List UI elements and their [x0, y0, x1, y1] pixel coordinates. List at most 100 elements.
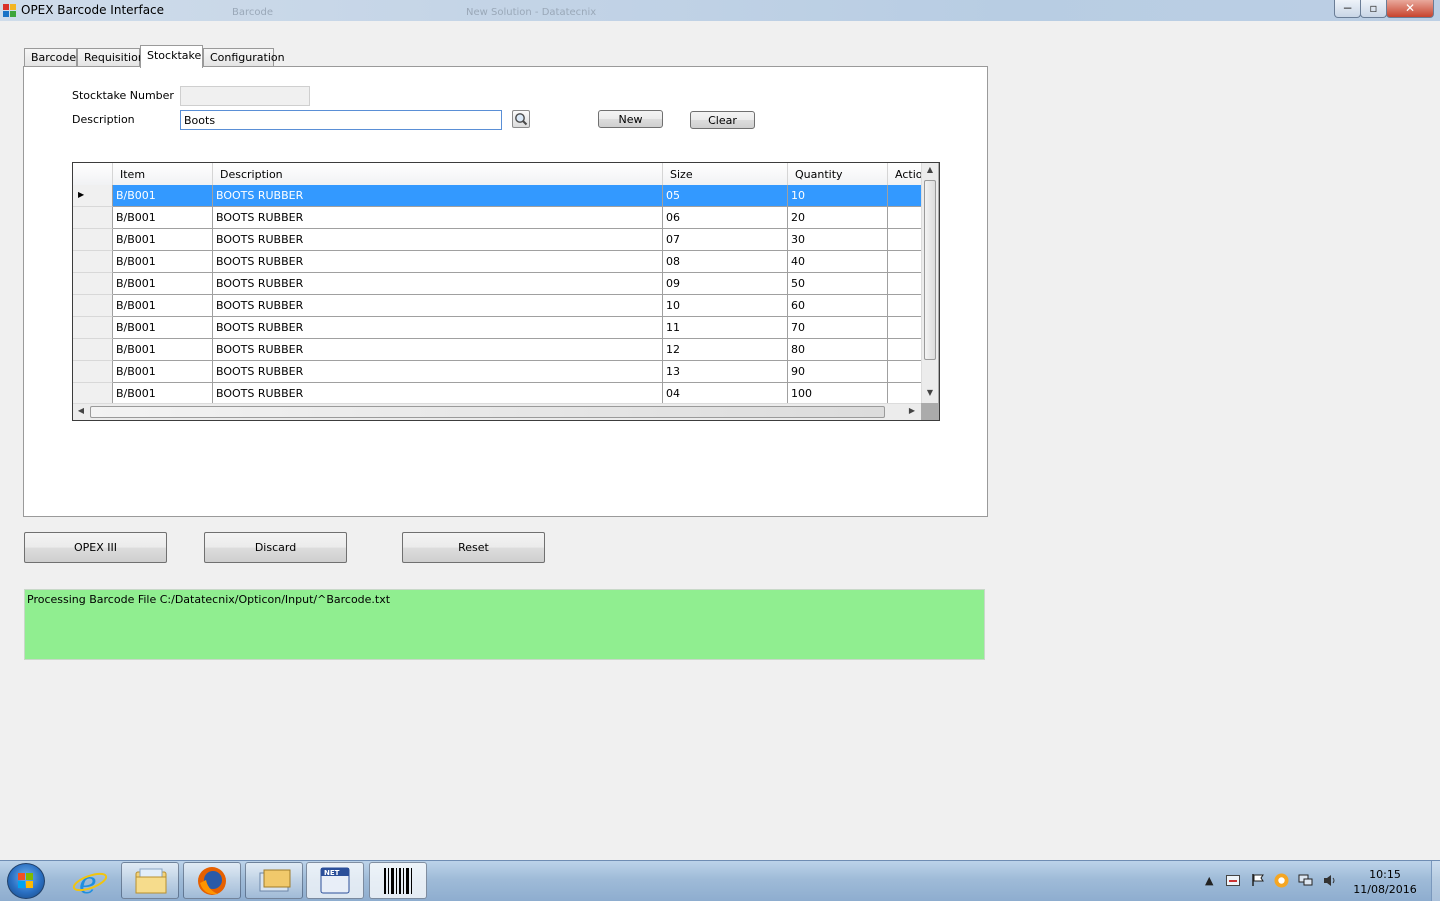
quantity-cell[interactable]: 40 [788, 251, 888, 273]
item-cell[interactable]: B/B001 [113, 207, 213, 229]
description-field[interactable] [180, 110, 502, 130]
start-button[interactable] [7, 863, 45, 899]
item-cell[interactable]: B/B001 [113, 361, 213, 383]
table-row[interactable]: B/B001 BOOTS RUBBER 12 80 [73, 339, 921, 361]
quantity-cell[interactable]: 50 [788, 273, 888, 295]
horizontal-scrollbar[interactable]: ◀ ▶ [73, 403, 921, 420]
table-row[interactable]: B/B001 BOOTS RUBBER 10 60 [73, 295, 921, 317]
action-cell[interactable] [888, 251, 921, 273]
action-cell[interactable] [888, 339, 921, 361]
table-row[interactable]: B/B001 BOOTS RUBBER 09 50 [73, 273, 921, 295]
volume-icon[interactable] [1323, 873, 1338, 891]
action-cell[interactable] [888, 273, 921, 295]
row-header[interactable] [73, 317, 113, 339]
item-cell[interactable]: B/B001 [113, 339, 213, 361]
taskbar-internet-explorer[interactable]: e [61, 862, 119, 901]
quantity-cell[interactable]: 60 [788, 295, 888, 317]
action-cell[interactable] [888, 295, 921, 317]
tab-requisition[interactable]: Requisition [77, 48, 145, 66]
keyboard-icon[interactable] [1226, 875, 1240, 889]
item-cell[interactable]: B/B001 [113, 185, 213, 207]
column-header-quantity[interactable]: Quantity [788, 163, 888, 185]
row-header[interactable] [73, 273, 113, 295]
clear-button[interactable]: Clear [690, 111, 755, 129]
item-cell[interactable]: B/B001 [113, 295, 213, 317]
size-cell[interactable]: 12 [663, 339, 788, 361]
taskbar-window-switcher[interactable] [245, 862, 303, 899]
quantity-cell[interactable]: 80 [788, 339, 888, 361]
table-row[interactable]: B/B001 BOOTS RUBBER 11 70 [73, 317, 921, 339]
row-header[interactable] [73, 207, 113, 229]
action-cell[interactable] [888, 207, 921, 229]
size-cell[interactable]: 05 [663, 185, 788, 207]
size-cell[interactable]: 11 [663, 317, 788, 339]
scroll-thumb[interactable] [90, 406, 885, 418]
item-cell[interactable]: B/B001 [113, 383, 213, 405]
description-cell[interactable]: BOOTS RUBBER [213, 317, 663, 339]
maximize-button[interactable]: ▫ [1360, 0, 1387, 18]
scroll-down-icon[interactable]: ▼ [922, 388, 938, 397]
reset-button[interactable]: Reset [402, 532, 545, 563]
taskbar-barcode-app[interactable] [369, 862, 427, 899]
opex-button[interactable]: OPEX III [24, 532, 167, 563]
minimize-button[interactable]: − [1334, 0, 1361, 18]
tab-stocktake[interactable]: Stocktake [140, 45, 203, 68]
description-cell[interactable]: BOOTS RUBBER [213, 251, 663, 273]
description-cell[interactable]: BOOTS RUBBER [213, 361, 663, 383]
scroll-up-icon[interactable]: ▲ [922, 165, 938, 174]
action-center-flag-icon[interactable] [1251, 873, 1265, 890]
vertical-scrollbar[interactable]: ▲ ▼ [921, 163, 938, 403]
row-header[interactable] [73, 251, 113, 273]
column-header-size[interactable]: Size [663, 163, 788, 185]
network-icon[interactable] [1298, 873, 1313, 891]
quantity-cell[interactable]: 10 [788, 185, 888, 207]
table-row[interactable]: B/B001 BOOTS RUBBER 04 100 [73, 383, 921, 405]
size-cell[interactable]: 08 [663, 251, 788, 273]
description-cell[interactable]: BOOTS RUBBER [213, 383, 663, 405]
tab-configuration[interactable]: Configuration [203, 48, 285, 66]
size-cell[interactable]: 09 [663, 273, 788, 295]
discard-button[interactable]: Discard [204, 532, 347, 563]
description-cell[interactable]: BOOTS RUBBER [213, 295, 663, 317]
action-cell[interactable] [888, 361, 921, 383]
table-row[interactable]: B/B001 BOOTS RUBBER 08 40 [73, 251, 921, 273]
tab-barcode[interactable]: Barcode [24, 48, 77, 66]
row-header[interactable] [73, 295, 113, 317]
description-cell[interactable]: BOOTS RUBBER [213, 273, 663, 295]
stocktake-grid[interactable]: Item Description Size Quantity Action ▶B… [72, 162, 940, 421]
table-row[interactable]: ▶ B/B001 BOOTS RUBBER 05 10 [73, 185, 921, 207]
size-cell[interactable]: 04 [663, 383, 788, 405]
action-cell[interactable] [888, 383, 921, 405]
new-button[interactable]: New [598, 110, 663, 128]
taskbar-file-explorer[interactable] [121, 862, 179, 899]
description-cell[interactable]: BOOTS RUBBER [213, 339, 663, 361]
row-header[interactable]: ▶ [73, 185, 113, 207]
action-cell[interactable] [888, 229, 921, 251]
table-row[interactable]: B/B001 BOOTS RUBBER 13 90 [73, 361, 921, 383]
column-header-item[interactable]: Item [113, 163, 213, 185]
column-header-action[interactable]: Action [888, 163, 921, 185]
item-cell[interactable]: B/B001 [113, 317, 213, 339]
show-desktop-button[interactable] [1431, 861, 1440, 901]
description-cell[interactable]: BOOTS RUBBER [213, 185, 663, 207]
row-header[interactable] [73, 383, 113, 405]
item-cell[interactable]: B/B001 [113, 229, 213, 251]
search-button[interactable] [512, 110, 530, 128]
size-cell[interactable]: 06 [663, 207, 788, 229]
scroll-thumb[interactable] [924, 180, 936, 360]
size-cell[interactable]: 13 [663, 361, 788, 383]
row-header[interactable] [73, 229, 113, 251]
show-hidden-icons-icon[interactable]: ▲ [1205, 874, 1213, 887]
table-row[interactable]: B/B001 BOOTS RUBBER 06 20 [73, 207, 921, 229]
action-cell[interactable] [888, 185, 921, 207]
column-header-description[interactable]: Description [213, 163, 663, 185]
quantity-cell[interactable]: 30 [788, 229, 888, 251]
description-cell[interactable]: BOOTS RUBBER [213, 207, 663, 229]
table-row[interactable]: B/B001 BOOTS RUBBER 07 30 [73, 229, 921, 251]
item-cell[interactable]: B/B001 [113, 251, 213, 273]
row-header[interactable] [73, 339, 113, 361]
action-cell[interactable] [888, 317, 921, 339]
item-cell[interactable]: B/B001 [113, 273, 213, 295]
description-cell[interactable]: BOOTS RUBBER [213, 229, 663, 251]
close-button[interactable]: ✕ [1386, 0, 1434, 18]
